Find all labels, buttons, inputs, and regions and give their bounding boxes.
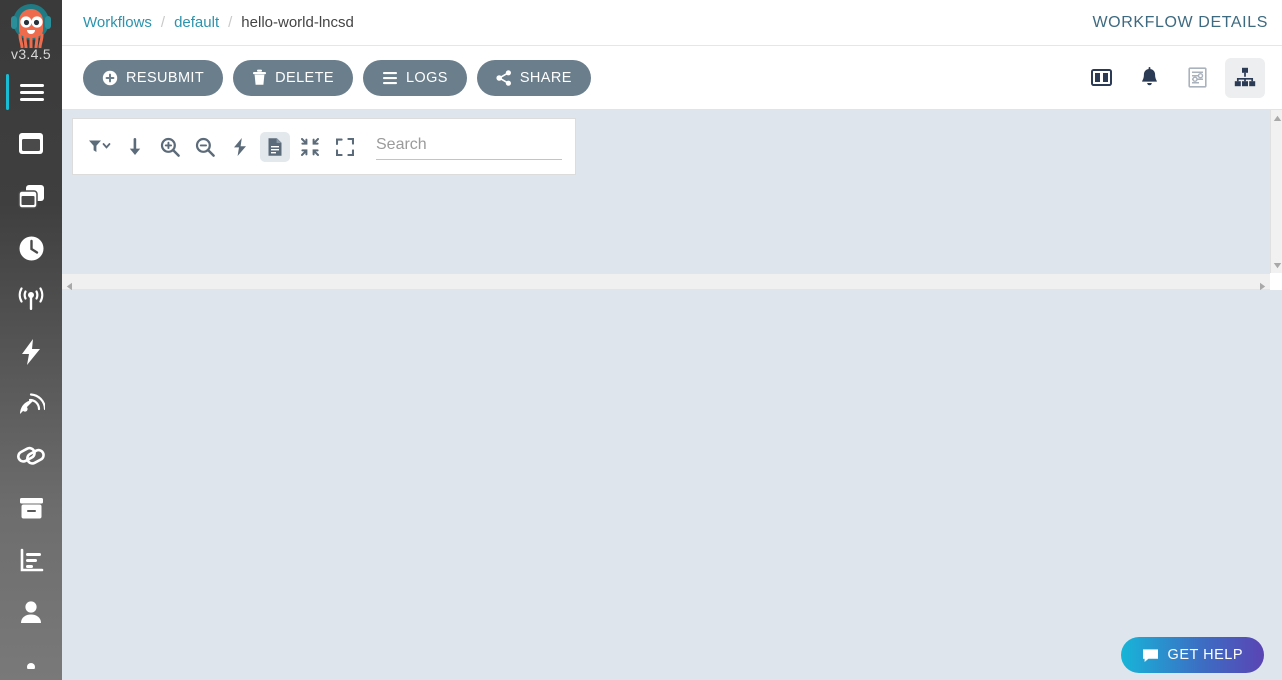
main-sidebar: v3.4.5 [0, 0, 62, 680]
fullscreen-icon[interactable] [330, 132, 360, 162]
action-button-group: RESUBMIT DELETE LOGS [83, 60, 591, 96]
get-help-label: GET HELP [1168, 647, 1243, 663]
sidebar-item-menu-toggle[interactable] [0, 66, 62, 118]
plus-circle-icon [102, 70, 118, 86]
sidebar-item-user[interactable] [0, 586, 62, 638]
graph-toolbar [72, 118, 576, 175]
collapse-icon[interactable] [295, 132, 325, 162]
filter-dropdown-icon[interactable] [85, 132, 115, 162]
partial-icon [18, 659, 44, 669]
sidebar-item-archived-workflows[interactable] [0, 482, 62, 534]
trash-icon [252, 69, 267, 86]
details-body [62, 290, 1282, 680]
sidebar-item-workflows[interactable] [0, 118, 62, 170]
arrow-down-icon[interactable] [120, 132, 150, 162]
argo-octopus-logo[interactable] [0, 0, 62, 48]
delete-button[interactable]: DELETE [233, 60, 353, 96]
horizontal-scrollbar[interactable] [62, 273, 1270, 290]
workflow-details-page: v3.4.5 [0, 0, 1282, 680]
zoom-in-icon[interactable] [155, 132, 185, 162]
sidebar-item-pipelines[interactable] [0, 430, 62, 482]
scroll-up-arrow[interactable] [1271, 112, 1282, 124]
window-icon [17, 131, 45, 157]
sidebar-item-event-sources[interactable] [0, 274, 62, 326]
delete-label: DELETE [275, 70, 334, 86]
satellite-dish-icon [17, 391, 45, 417]
workflow-graph-icon[interactable] [1225, 58, 1265, 98]
workflow-inputs-icon[interactable] [1177, 58, 1217, 98]
scroll-down-arrow[interactable] [1271, 259, 1282, 271]
user-icon [18, 599, 44, 625]
clock-icon [18, 235, 45, 262]
sidebar-item-cron-workflows[interactable] [0, 222, 62, 274]
list-lines-icon [382, 71, 398, 85]
breadcrumb-item-namespace[interactable]: default [174, 14, 219, 31]
breadcrumb: Workflows / default / hello-world-lncsd [83, 14, 354, 31]
toggle-sidepanel-icon[interactable] [1081, 58, 1121, 98]
antenna-icon [16, 287, 46, 313]
logs-label: LOGS [406, 70, 448, 86]
lightning-bolt-icon[interactable] [225, 132, 255, 162]
zoom-out-icon[interactable] [190, 132, 220, 162]
breadcrumb-separator: / [161, 14, 165, 31]
chat-bubble-icon [1142, 648, 1159, 663]
sidebar-item-reports[interactable] [0, 534, 62, 586]
header-icon-group [1081, 58, 1265, 98]
document-panel-icon[interactable] [260, 132, 290, 162]
get-help-button[interactable]: GET HELP [1121, 637, 1264, 673]
sidebar-item-event-flow[interactable] [0, 378, 62, 430]
sidebar-nav-list [0, 66, 62, 680]
lightning-bolt-icon [19, 338, 43, 366]
link-chain-icon [16, 443, 46, 469]
page-header: Workflows / default / hello-world-lncsd … [62, 0, 1282, 46]
hamburger-menu-icon [18, 83, 44, 101]
breadcrumb-separator: / [228, 14, 232, 31]
graph-search [376, 133, 562, 160]
sidebar-item-overflow[interactable] [0, 638, 62, 680]
resubmit-button[interactable]: RESUBMIT [83, 60, 223, 96]
vertical-scrollbar[interactable] [1270, 110, 1282, 273]
share-button[interactable]: SHARE [477, 60, 591, 96]
copy-icon [17, 183, 46, 210]
action-toolbar: RESUBMIT DELETE LOGS [62, 46, 1282, 110]
archive-box-icon [18, 496, 45, 521]
share-nodes-icon [496, 70, 512, 86]
bell-notifications-icon[interactable] [1129, 58, 1169, 98]
sidebar-item-workflow-templates[interactable] [0, 170, 62, 222]
resubmit-label: RESUBMIT [126, 70, 204, 86]
breadcrumb-item-current: hello-world-lncsd [241, 14, 354, 31]
logs-button[interactable]: LOGS [363, 60, 467, 96]
page-title: WORKFLOW DETAILS [1092, 14, 1268, 32]
sidebar-item-sensors[interactable] [0, 326, 62, 378]
share-label: SHARE [520, 70, 572, 86]
search-input[interactable] [376, 133, 562, 160]
breadcrumb-item-workflows[interactable]: Workflows [83, 14, 152, 31]
version-label: v3.4.5 [11, 46, 51, 62]
bar-chart-icon [18, 548, 45, 573]
